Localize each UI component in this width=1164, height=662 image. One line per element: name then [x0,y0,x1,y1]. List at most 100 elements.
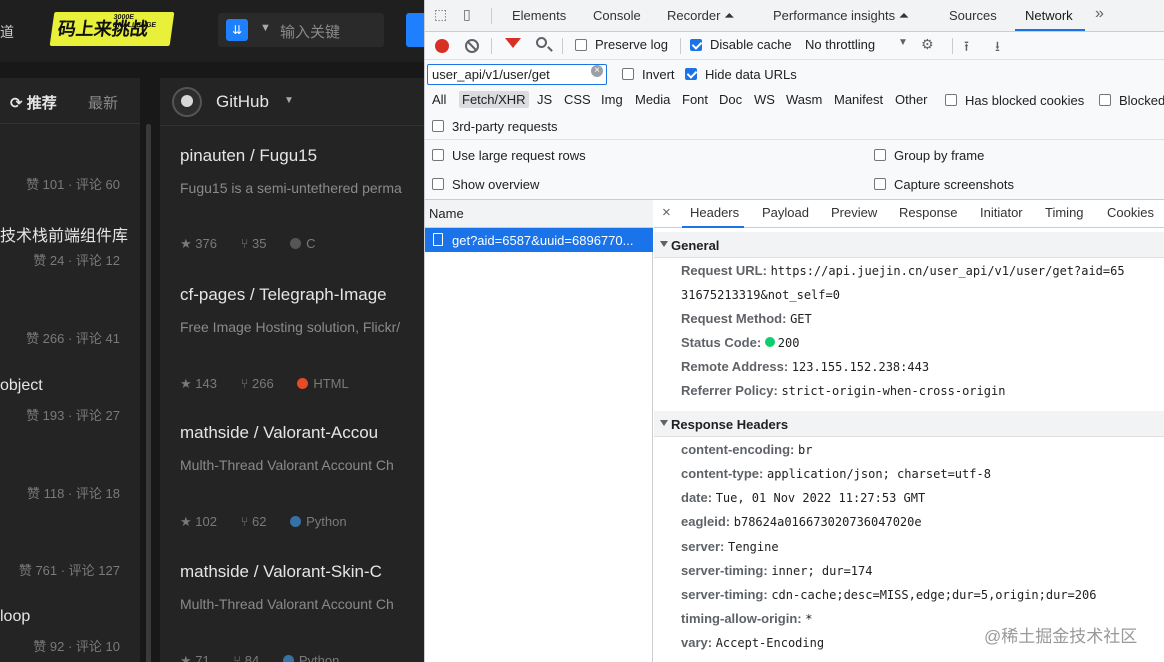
header-value: 31675213319&not_self=0 [681,288,840,302]
repo-card[interactable]: pinauten / Fugu15 Fugu15 is a semi-untet… [180,146,424,251]
header-row: content-type: application/json; charset=… [681,466,991,481]
request-list-header[interactable]: Name [425,200,653,228]
device-toolbar-icon[interactable]: ▯ [463,6,471,23]
type-img[interactable]: Img [598,91,626,108]
type-manifest[interactable]: Manifest [831,91,886,108]
tab-initiator[interactable]: Initiator [980,205,1023,220]
repo-card[interactable]: mathside / Valorant-Accou Multh-Thread V… [180,423,424,529]
tab-timing[interactable]: Timing [1045,205,1084,220]
filter-input[interactable]: user_api/v1/user/get [427,64,607,85]
devtools-panel-tabs: ⬚ ▯ Elements Console Recorder ⏶ Performa… [425,0,1164,32]
tab-performance-insights[interactable]: Performance insights ⏶ [773,8,909,24]
header-key: content-encoding: [681,442,795,457]
github-trending-panel: GitHub ▼ pinauten / Fugu15 Fugu15 is a s… [160,78,424,662]
show-overview-checkbox[interactable] [432,178,444,190]
site-logo-fragment[interactable]: 道 [0,22,14,40]
preserve-log-checkbox[interactable] [575,39,587,51]
search-icon[interactable] [536,37,547,48]
filter-icon[interactable] [505,38,521,48]
name-column-header[interactable]: Name [429,206,464,221]
repo-name[interactable]: cf-pages / Telegraph-Image [180,285,424,305]
type-media[interactable]: Media [632,91,673,108]
feed-tabs: ⟳ 推荐 最新 [0,78,140,124]
preserve-log-label: Preserve log [595,37,668,52]
tab-network[interactable]: Network [1025,8,1073,23]
toolbar-divider [562,38,563,54]
type-other[interactable]: Other [892,91,931,108]
feed-item-title[interactable]: object [0,377,43,395]
request-name[interactable]: get?aid=6587&uuid=6896770... [452,233,648,248]
repo-language: Python [282,653,359,662]
challenge-banner-logo[interactable]: 码上来挑战 3000E CHALLENGE [49,12,175,46]
tab-elements[interactable]: Elements [512,8,566,23]
type-font[interactable]: Font [679,91,711,108]
github-icon [172,87,202,117]
clear-icon[interactable] [465,39,479,53]
group-by-frame-checkbox[interactable] [874,149,886,161]
type-doc[interactable]: Doc [716,91,745,108]
export-har-icon[interactable]: ⭳ [995,36,1000,60]
throttling-select[interactable]: No throttling [805,37,875,52]
record-icon[interactable] [435,39,449,53]
repo-name[interactable]: pinauten / Fugu15 [180,146,424,166]
repo-stats: ★ 376 ⑂ 35 C [180,236,355,252]
tab-console[interactable]: Console [593,8,641,23]
create-button[interactable] [406,13,424,47]
expand-triangle-icon [660,420,668,426]
network-conditions-icon[interactable]: ⚙ [921,36,934,53]
type-css[interactable]: CSS [561,91,594,108]
type-all[interactable]: All [429,91,449,108]
feed-item-title[interactable]: 技术栈前端组件库 [0,222,128,246]
details-tabs: × Headers Payload Preview Response Initi… [654,200,1164,228]
request-row[interactable]: get?aid=6587&uuid=6896770... [425,228,653,252]
search-mode-icon[interactable]: ⇊ [226,19,248,41]
show-overview-label: Show overview [452,177,540,192]
import-har-icon[interactable]: ⭱ [964,36,969,60]
repo-name[interactable]: mathside / Valorant-Skin-C [180,562,424,582]
tab-preview[interactable]: Preview [831,205,877,220]
header-row: date: Tue, 01 Nov 2022 11:27:53 GMT [681,490,925,505]
chevron-down-icon[interactable]: ▼ [898,37,908,48]
repo-card[interactable]: cf-pages / Telegraph-Image Free Image Ho… [180,285,424,391]
tab-payload[interactable]: Payload [762,205,809,220]
invert-checkbox[interactable] [622,68,634,80]
site-search-box[interactable]: ⇊ ▼ 输入关键 [218,13,384,47]
github-panel-header[interactable]: GitHub ▼ [160,78,424,126]
has-blocked-cookies-checkbox[interactable] [945,94,957,106]
header-value: Accept-Encoding [715,636,825,650]
tab-headers[interactable]: Headers [690,205,739,220]
chevron-down-icon[interactable]: ▼ [284,95,294,106]
type-js[interactable]: JS [534,91,555,108]
more-tabs-icon[interactable]: » [1095,5,1104,23]
active-detail-tab-indicator [682,226,744,228]
hide-data-urls-checkbox[interactable] [685,68,697,80]
header-row: Remote Address: 123.155.152.238:443 [681,359,929,374]
disable-cache-checkbox[interactable] [690,39,702,51]
tab-sources[interactable]: Sources [949,8,997,23]
type-fetch-xhr[interactable]: Fetch/XHR [459,91,529,108]
blocked-requests-checkbox[interactable] [1099,94,1111,106]
repo-name[interactable]: mathside / Valorant-Accou [180,423,424,443]
inspect-element-icon[interactable]: ⬚ [434,6,447,23]
tab-recorder[interactable]: Recorder ⏶ [667,8,734,24]
tab-recommend[interactable]: ⟳ 推荐 [10,92,57,113]
tab-cookies[interactable]: Cookies [1107,205,1154,220]
capture-screenshots-checkbox[interactable] [874,178,886,190]
type-wasm[interactable]: Wasm [783,91,825,108]
chevron-down-icon[interactable]: ▼ [260,22,271,34]
feed-scrollbar[interactable] [146,124,151,662]
language-dot-icon [297,378,309,389]
type-ws[interactable]: WS [751,91,778,108]
site-search-input[interactable]: 输入关键 [280,21,340,42]
repo-card[interactable]: mathside / Valorant-Skin-C Multh-Thread … [180,562,424,662]
large-rows-checkbox[interactable] [432,149,444,161]
tab-response[interactable]: Response [899,205,958,220]
general-section-header[interactable]: General [654,232,1164,258]
tab-latest[interactable]: 最新 [88,92,118,113]
header-value: br [798,443,813,457]
feed-item-title[interactable]: loop [0,608,30,626]
third-party-checkbox[interactable] [432,120,444,132]
response-headers-section-header[interactable]: Response Headers [654,411,1164,437]
clear-filter-icon[interactable]: × [591,65,603,77]
close-icon[interactable]: × [662,204,671,221]
